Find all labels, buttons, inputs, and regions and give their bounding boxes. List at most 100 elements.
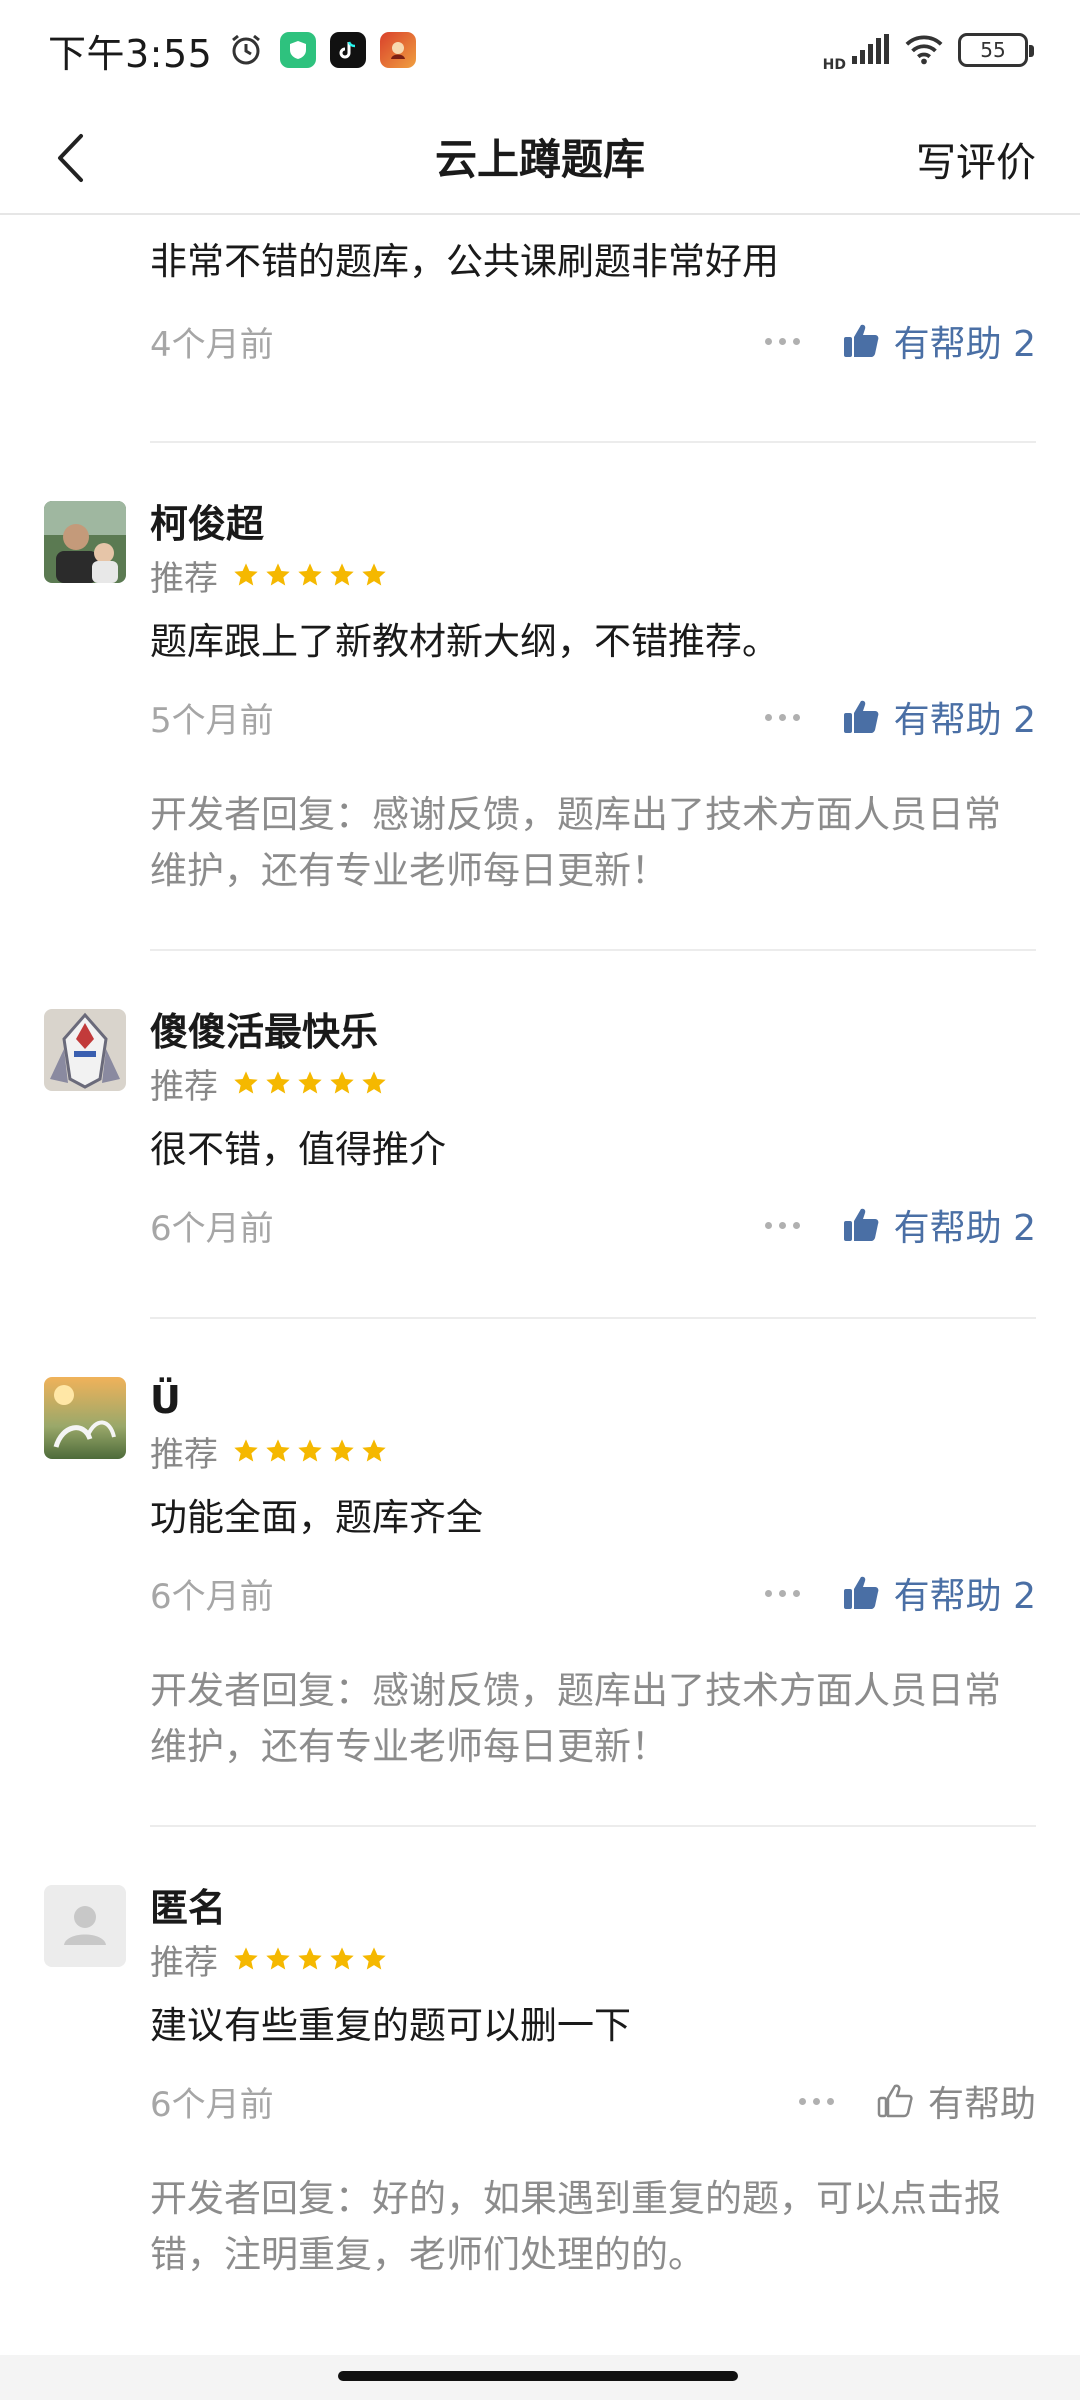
star-icon — [362, 1071, 386, 1094]
review-meta: 4个月前 有帮助 2 — [150, 311, 1036, 371]
status-bar: 下午3:55 HD 55 — [0, 0, 1080, 100]
star-icon — [298, 1439, 322, 1462]
star-icon — [234, 1071, 258, 1094]
write-review-button[interactable]: 写评价 — [916, 130, 1036, 188]
star-icon — [266, 1947, 290, 1970]
review-item: 傻傻活最快乐 推荐 很不错，值得推介 6个月前 有帮助 2 — [0, 951, 1080, 1255]
helpful-count: 有帮助 — [927, 2084, 1036, 2125]
star-icon — [298, 1071, 322, 1094]
alarm-icon — [226, 30, 266, 70]
more-options-button[interactable] — [782, 2081, 852, 2121]
rating-label: 推荐 — [150, 1942, 218, 1983]
status-time: 下午3:55 — [48, 31, 213, 76]
status-right: HD 55 — [822, 27, 1034, 73]
review-meta: 6个月前 有帮助 2 — [150, 1563, 1036, 1623]
review-time: 5个月前 — [150, 700, 274, 741]
star-icon — [330, 1439, 354, 1462]
avatar[interactable] — [44, 1885, 126, 1967]
reviewer-name: Ü — [150, 1378, 181, 1422]
back-button[interactable] — [40, 128, 100, 188]
hd-label: HD — [822, 57, 846, 73]
battery-indicator: 55 — [958, 33, 1034, 67]
tiktok-app-icon — [330, 32, 367, 68]
review-item: 非常不错的题库，公共课刷题非常好用 4个月前 有帮助 2 — [0, 215, 1080, 371]
review-text: 题库跟上了新教材新大纲，不错推荐。 — [150, 620, 779, 663]
reviewer-name: 匿名 — [150, 1886, 227, 1930]
star-icon — [266, 1071, 290, 1094]
star-icon — [266, 1439, 290, 1462]
more-options-button[interactable] — [748, 1573, 818, 1613]
more-options-button[interactable] — [748, 697, 818, 737]
star-icon — [330, 1947, 354, 1970]
security-app-icon — [280, 32, 317, 68]
star-icon — [298, 563, 322, 586]
signal-icon — [850, 30, 890, 70]
thumbs-up-filled-icon — [843, 1208, 879, 1241]
review-text: 功能全面，题库齐全 — [150, 1496, 483, 1539]
review-item: Ü 推荐 功能全面，题库齐全 6个月前 有帮助 2 开发者回复：感谢反馈，题库出… — [0, 1319, 1080, 1775]
star-icon — [234, 1947, 258, 1970]
star-icon — [234, 1439, 258, 1462]
helpful-count: 有帮助 2 — [893, 324, 1036, 365]
review-time: 4个月前 — [150, 324, 274, 365]
review-meta: 6个月前 有帮助 — [150, 2071, 1036, 2131]
star-icon — [298, 1947, 322, 1970]
thumbs-up-filled-icon — [843, 324, 879, 357]
helpful-button[interactable]: 有帮助 2 — [842, 691, 1036, 743]
avatar[interactable] — [44, 1377, 126, 1459]
chevron-left-icon — [58, 134, 83, 182]
game-app-icon — [380, 32, 417, 68]
helpful-count: 有帮助 2 — [893, 1208, 1036, 1249]
helpful-count: 有帮助 2 — [893, 700, 1036, 741]
rating-row: 推荐 — [150, 1933, 1036, 1985]
helpful-count: 有帮助 2 — [893, 1576, 1036, 1617]
status-left: 下午3:55 — [48, 23, 417, 78]
more-options-button[interactable] — [748, 321, 818, 361]
developer-reply: 开发者回复：感谢反馈，题库出了技术方面人员日常维护，还有专业老师每日更新！ — [150, 793, 1001, 892]
review-item: 匿名 推荐 建议有些重复的题可以删一下 6个月前 有帮助 开发者回复：好的，如果… — [0, 1827, 1080, 2283]
page-header: 云上蹲题库 写评价 — [0, 100, 1080, 215]
star-icon — [330, 563, 354, 586]
developer-reply: 开发者回复：好的，如果遇到重复的题，可以点击报错，注明重复，老师们处理的的。 — [150, 2177, 1001, 2276]
review-actions: 有帮助 — [782, 2075, 1036, 2127]
reviewer-name: 柯俊超 — [150, 502, 265, 546]
rating-label: 推荐 — [150, 1434, 218, 1475]
reviewer-name: 傻傻活最快乐 — [150, 1010, 379, 1054]
review-actions: 有帮助 2 — [748, 315, 1036, 367]
home-indicator[interactable] — [338, 2371, 738, 2381]
star-rating — [232, 561, 388, 589]
star-icon — [362, 1947, 386, 1970]
review-text: 建议有些重复的题可以删一下 — [150, 2004, 631, 2047]
avatar[interactable] — [44, 1009, 126, 1091]
review-time: 6个月前 — [150, 1208, 274, 1249]
review-meta: 5个月前 有帮助 2 — [150, 687, 1036, 747]
star-rating — [232, 1069, 388, 1097]
star-rating — [232, 1437, 388, 1465]
rating-label: 推荐 — [150, 1066, 218, 1107]
page-title: 云上蹲题库 — [434, 135, 645, 184]
review-actions: 有帮助 2 — [748, 1567, 1036, 1619]
star-icon — [330, 1071, 354, 1094]
helpful-button[interactable]: 有帮助 2 — [842, 315, 1036, 367]
review-text: 很不错，值得推介 — [150, 1128, 446, 1171]
avatar[interactable] — [44, 501, 126, 583]
default-user-icon — [64, 1906, 106, 1945]
thumbs-up-filled-icon — [843, 700, 879, 733]
review-time: 6个月前 — [150, 1576, 274, 1617]
helpful-button[interactable]: 有帮助 — [876, 2075, 1036, 2127]
review-actions: 有帮助 2 — [748, 691, 1036, 743]
rating-row: 推荐 — [150, 549, 1036, 601]
reviews-list[interactable]: 非常不错的题库，公共课刷题非常好用 4个月前 有帮助 2 柯俊超 推荐 题库跟上… — [0, 215, 1080, 2283]
more-options-button[interactable] — [748, 1205, 818, 1245]
helpful-button[interactable]: 有帮助 2 — [842, 1567, 1036, 1619]
helpful-button[interactable]: 有帮助 2 — [842, 1199, 1036, 1251]
review-actions: 有帮助 2 — [748, 1199, 1036, 1251]
star-rating — [232, 1945, 388, 1973]
review-meta: 6个月前 有帮助 2 — [150, 1195, 1036, 1255]
review-text: 非常不错的题库，公共课刷题非常好用 — [150, 240, 779, 283]
star-icon — [266, 563, 290, 586]
developer-reply: 开发者回复：感谢反馈，题库出了技术方面人员日常维护，还有专业老师每日更新！ — [150, 1669, 1001, 1768]
review-time: 6个月前 — [150, 2084, 274, 2125]
wifi-icon — [904, 30, 944, 70]
rating-label: 推荐 — [150, 558, 218, 599]
